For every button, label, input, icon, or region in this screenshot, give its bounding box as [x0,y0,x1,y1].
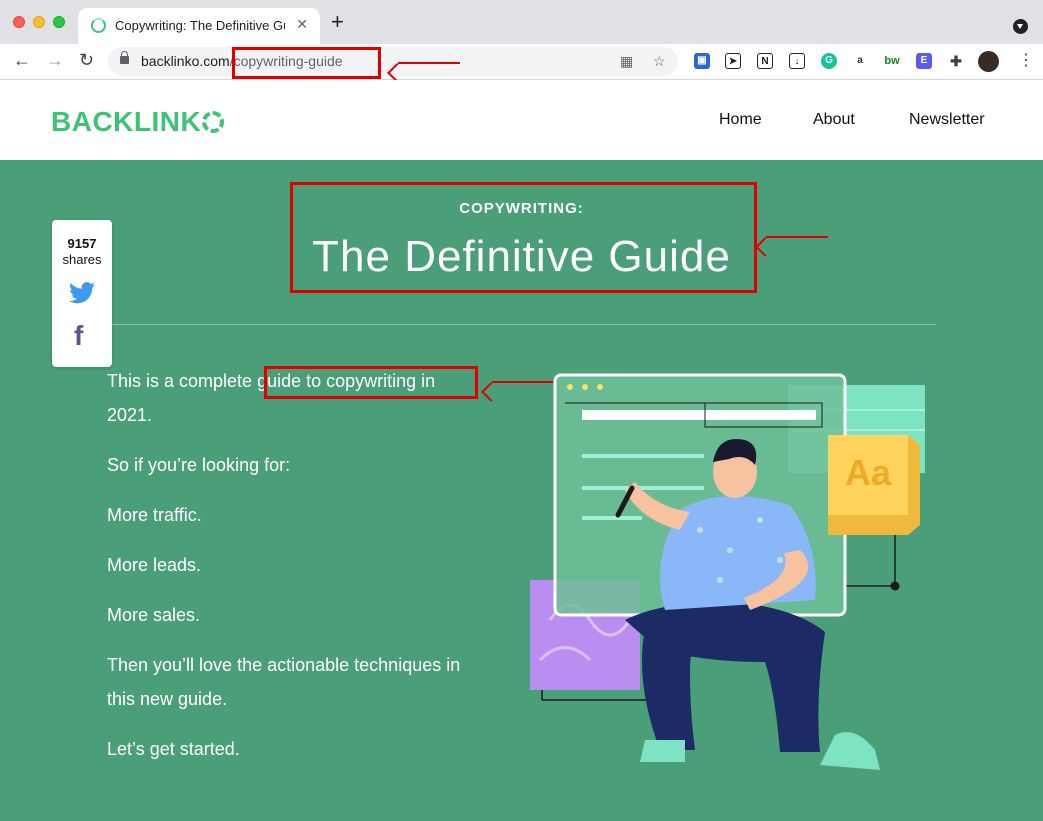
paragraph-new-guide: this new guide. [107,689,228,709]
share-widget: 9157 shares f [52,220,112,367]
minimize-window-button[interactable] [33,16,45,28]
back-arrow-icon[interactable]: ← [13,50,31,70]
reload-icon[interactable]: ↻ [79,50,94,70]
forward-arrow-icon[interactable]: → [46,50,64,70]
browser-toolbar: ← → ↻ backlinko.com/copywriting-guide ▦ … [0,44,1043,80]
aa-text: Aa [845,452,892,493]
paragraph-traffic: More traffic. [107,505,202,525]
grammarly-extension-icon[interactable]: G [821,53,837,69]
paragraph-get-started: Let’s get started. [107,739,240,759]
favicon-icon [91,18,106,33]
facebook-icon[interactable]: f [74,320,83,352]
intro-pre: This is a complete [107,371,258,391]
annotation-box-keyword [264,366,478,399]
bookmark-star-icon[interactable]: ☆ [653,53,666,70]
close-tab-icon[interactable]: ✕ [296,16,308,33]
site-header: BACKLINK Home About Newsletter [0,80,1043,160]
e-extension-icon[interactable]: E [916,53,932,69]
send-extension-icon[interactable]: ➤ [725,53,741,69]
hero-divider [111,324,936,325]
intro-year: 2021. [107,405,153,425]
browser-chrome: Copywriting: The Definitive Gui ✕ + ← → … [0,0,1043,80]
puzzle-extensions-icon[interactable]: ✚ [948,53,964,69]
close-window-button[interactable] [13,16,25,28]
logo-o-icon [202,111,225,133]
nav-about[interactable]: About [813,111,855,129]
url-domain: backlinko.com [141,53,230,69]
share-label: shares [62,252,102,267]
nav-home[interactable]: Home [719,111,762,129]
extension-icon[interactable]: ▣ [694,53,710,69]
tab-search-icon[interactable] [1013,19,1028,34]
paragraph-looking-for: So if you’re looking for: [107,455,291,475]
backlinko-logo[interactable]: BACKLINK [51,106,225,138]
bw-extension-icon[interactable]: bw [884,53,900,69]
annotation-arrow-title [766,236,828,238]
browser-tab[interactable]: Copywriting: The Definitive Gui ✕ [78,8,320,44]
paragraph-leads: More leads. [107,555,202,575]
paragraph-techniques: Then you’ll love the actionable techniqu… [107,655,461,675]
maximize-window-button[interactable] [53,16,65,28]
annotation-box-title [290,182,757,293]
logo-text: BACKLINK [51,106,202,137]
copywriting-illustration: Aa [530,373,925,770]
nav-newsletter[interactable]: Newsletter [909,111,985,129]
notion-extension-icon[interactable]: N [757,53,773,69]
profile-avatar[interactable] [978,51,999,72]
lock-icon [120,51,129,64]
new-tab-button[interactable]: + [331,11,344,33]
paragraph-sales: More sales. [107,605,201,625]
clipboard-extension-icon[interactable]: a [852,53,868,69]
twitter-icon[interactable] [69,282,95,304]
annotation-arrow-url [398,62,460,64]
browser-menu-icon[interactable]: ⋮ [1018,51,1034,71]
share-count: 9157 [67,236,97,251]
download-extension-icon[interactable]: ↓ [789,53,805,69]
tab-title: Copywriting: The Definitive Gui [115,18,285,33]
annotation-box-url [232,47,381,79]
tab-bar: Copywriting: The Definitive Gui ✕ + [0,0,1043,44]
qr-code-icon[interactable]: ▦ [620,53,633,70]
